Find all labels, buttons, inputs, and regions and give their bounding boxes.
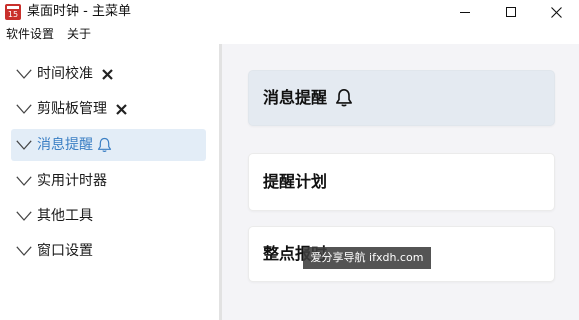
menu-software-settings[interactable]: 软件设置 [6,27,54,41]
bell-icon [97,137,112,152]
minimize-icon [460,11,470,13]
sidebar-item-label: 时间校准 [37,66,93,82]
sidebar-item-label: 剪贴板管理 [37,101,107,117]
watermark-overlay: 爱分享导航 ifxdh.com [303,247,431,269]
window-title: 桌面时钟 - 主菜单 [27,4,131,19]
sidebar-item-clipboard-manager[interactable]: 剪贴板管理 [11,93,206,125]
chevron-down-icon [16,140,32,150]
sidebar-item-label: 消息提醒 [37,137,93,153]
sidebar-item-message-reminder[interactable]: 消息提醒 [11,129,206,161]
sidebar-item-window-settings[interactable]: 窗口设置 [11,235,206,267]
title-bar: 15 桌面时钟 - 主菜单 [0,0,579,24]
chevron-down-icon [16,211,32,221]
close-icon [116,103,127,115]
chevron-down-icon [16,69,32,79]
sidebar-item-time-calibration[interactable]: 时间校准 [11,58,206,90]
menu-bar: 软件设置 关于 [0,24,579,44]
calendar-app-icon: 15 [5,4,21,20]
menu-about[interactable]: 关于 [67,27,91,41]
app-icon-number: 15 [7,10,19,19]
sidebar-item-utility-timer[interactable]: 实用计时器 [11,165,206,197]
reminder-plan-card[interactable]: 提醒计划 [248,153,555,211]
sidebar: 时间校准 剪贴板管理 消息提醒 实用计时器 其他工具 窗口设置 [0,44,219,320]
chevron-down-icon [16,104,32,114]
section-header-card: 消息提醒 [248,70,555,126]
chevron-down-icon [16,176,32,186]
chevron-down-icon [16,246,32,256]
close-icon [102,68,113,80]
close-icon [550,6,562,18]
bell-icon [336,89,353,107]
sidebar-item-label: 窗口设置 [37,243,93,259]
sidebar-item-label: 实用计时器 [37,173,107,189]
card-title: 提醒计划 [263,172,328,191]
page-title: 消息提醒 [263,88,328,107]
maximize-icon [506,7,516,17]
sidebar-item-other-tools[interactable]: 其他工具 [11,200,206,232]
sidebar-item-label: 其他工具 [37,208,93,224]
close-window-button[interactable] [533,0,579,24]
main-content: 消息提醒 提醒计划 整点报时 [222,44,579,320]
maximize-button[interactable] [488,0,534,24]
minimize-button[interactable] [442,0,488,24]
